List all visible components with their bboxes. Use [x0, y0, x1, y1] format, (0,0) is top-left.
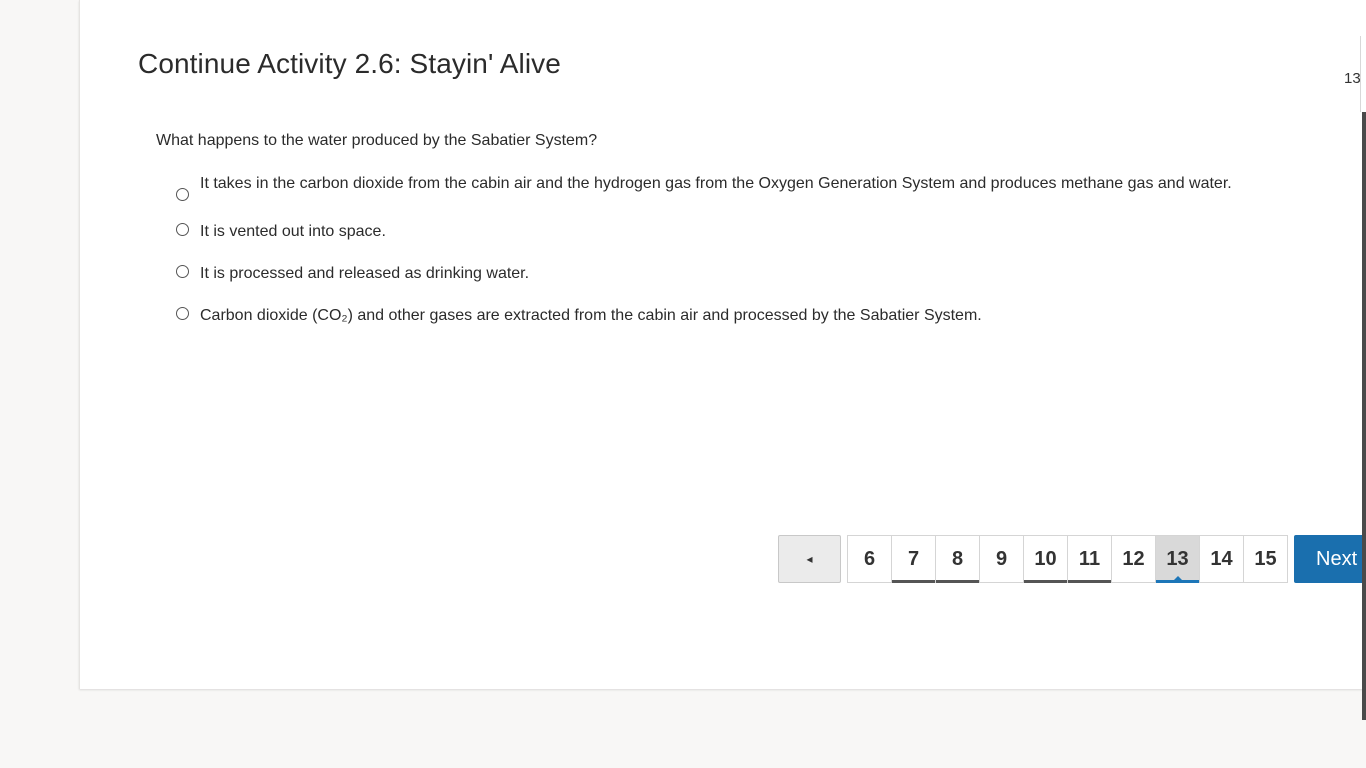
next-button[interactable]: Next: [1294, 535, 1366, 583]
page-title: Continue Activity 2.6: Stayin' Alive: [138, 48, 561, 79]
radio-button-icon[interactable]: [176, 223, 189, 236]
activity-card: Continue Activity 2.6: Stayin' Alive 13 …: [79, 0, 1366, 689]
previous-page-button[interactable]: ◂: [778, 535, 841, 583]
answer-option-2[interactable]: It is vented out into space.: [176, 221, 1236, 243]
answer-option-label: It takes in the carbon dioxide from the …: [200, 175, 1232, 192]
answer-option-3[interactable]: It is processed and released as drinking…: [176, 263, 1236, 285]
pagination: ◂ 6 7 8 9 10 11 12 13 14 15 Next: [778, 535, 1366, 583]
radio-button-icon[interactable]: [176, 188, 189, 201]
page-counter: 13: [1344, 70, 1361, 87]
page-button-7[interactable]: 7: [891, 535, 936, 583]
page-button-11[interactable]: 11: [1067, 535, 1112, 583]
page-button-6[interactable]: 6: [847, 535, 892, 583]
answer-options: It takes in the carbon dioxide from the …: [176, 173, 1236, 347]
scrollbar-track[interactable]: [1362, 36, 1366, 720]
answer-option-label: Carbon dioxide (CO₂) and other gases are…: [200, 307, 982, 324]
page-list: 6 7 8 9 10 11 12 13 14 15: [847, 535, 1288, 583]
page-button-14[interactable]: 14: [1199, 535, 1244, 583]
page-button-13-current[interactable]: 13: [1155, 535, 1200, 583]
viewport: Continue Activity 2.6: Stayin' Alive 13 …: [0, 0, 1366, 768]
page-button-12[interactable]: 12: [1111, 535, 1156, 583]
page-button-8[interactable]: 8: [935, 535, 980, 583]
question-prompt: What happens to the water produced by th…: [156, 132, 598, 149]
answer-option-label: It is processed and released as drinking…: [200, 265, 530, 282]
answer-option-1[interactable]: It takes in the carbon dioxide from the …: [176, 173, 1236, 201]
scrollbar-thumb[interactable]: [1360, 36, 1366, 112]
page-button-9[interactable]: 9: [979, 535, 1024, 583]
radio-button-icon[interactable]: [176, 307, 189, 320]
radio-button-icon[interactable]: [176, 265, 189, 278]
left-triangle-icon: ◂: [806, 552, 813, 566]
page-button-10[interactable]: 10: [1023, 535, 1068, 583]
answer-option-label: It is vented out into space.: [200, 223, 386, 240]
page-button-15[interactable]: 15: [1243, 535, 1288, 583]
answer-option-4[interactable]: Carbon dioxide (CO₂) and other gases are…: [176, 305, 1236, 327]
